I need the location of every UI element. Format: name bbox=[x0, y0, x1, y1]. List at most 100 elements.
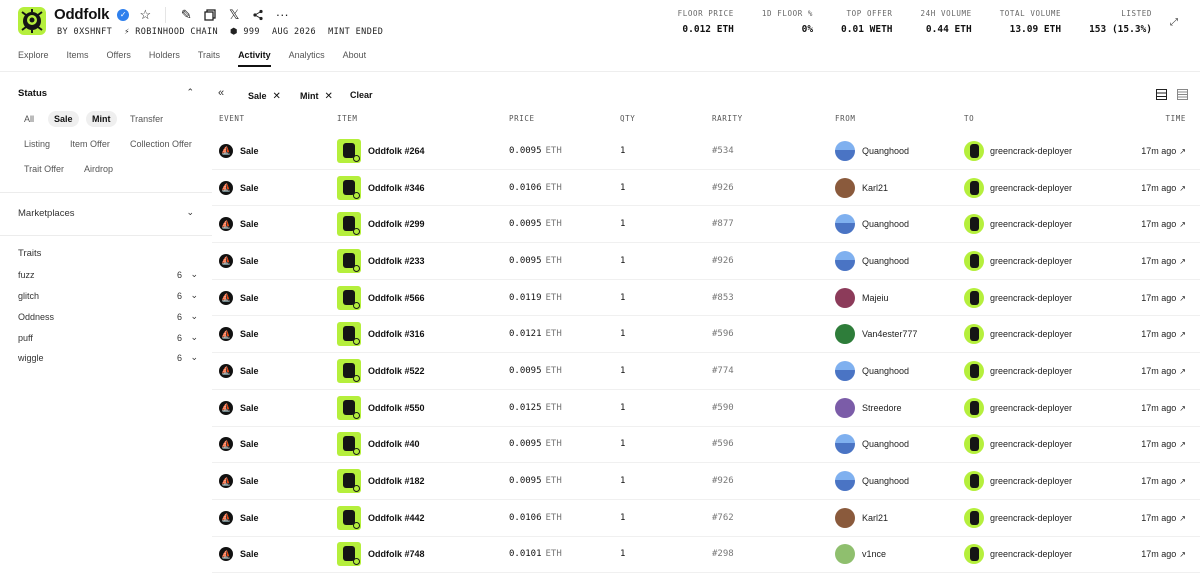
applied-filter-sale[interactable]: Sale ✕ bbox=[248, 87, 281, 105]
trait-row-puff[interactable]: puff 6 ⌄ bbox=[18, 332, 198, 343]
trait-row-fuzz[interactable]: fuzz 6 ⌄ bbox=[18, 269, 198, 280]
from-user[interactable]: Van4ester777 bbox=[862, 329, 917, 339]
edit-icon[interactable]: ✎ bbox=[178, 7, 194, 23]
from-user[interactable]: Quanghood bbox=[862, 439, 909, 449]
external-link-icon[interactable]: ↗ bbox=[1179, 294, 1186, 303]
status-chip-transfer[interactable]: Transfer bbox=[124, 111, 169, 127]
from-user[interactable]: Quanghood bbox=[862, 146, 909, 156]
to-user[interactable]: greencrack-deployer bbox=[990, 513, 1072, 523]
from-avatar[interactable] bbox=[835, 397, 855, 418]
expand-icon[interactable]: ⤢ bbox=[1166, 14, 1182, 30]
table-row[interactable]: ⛵ Sale Oddfolk #316 0.0121 ETH 1 #596 Van… bbox=[212, 316, 1200, 354]
header-price[interactable]: PRICE bbox=[509, 114, 535, 123]
item-thumbnail[interactable] bbox=[337, 175, 361, 200]
item-name[interactable]: Oddfolk #442 bbox=[368, 513, 425, 523]
external-link-icon[interactable]: ↗ bbox=[1179, 330, 1186, 339]
status-chip-collection-offer[interactable]: Collection Offer bbox=[124, 136, 198, 152]
status-chip-airdrop[interactable]: Airdrop bbox=[78, 161, 119, 177]
list-view-icon[interactable] bbox=[1177, 89, 1188, 103]
table-row[interactable]: ⛵ Sale Oddfolk #346 0.0106 ETH 1 #926 Kar… bbox=[212, 170, 1200, 207]
item-thumbnail[interactable] bbox=[337, 505, 361, 530]
clear-filters-button[interactable]: Clear bbox=[350, 90, 373, 100]
external-link-icon[interactable]: ↗ bbox=[1179, 514, 1186, 523]
table-row[interactable]: ⛵ Sale Oddfolk #442 0.0106 ETH 1 #762 Kar… bbox=[212, 500, 1200, 537]
from-avatar[interactable] bbox=[835, 250, 855, 271]
item-thumbnail[interactable] bbox=[337, 395, 361, 420]
item-name[interactable]: Oddfolk #748 bbox=[368, 549, 425, 559]
tab-analytics[interactable]: Analytics bbox=[289, 50, 325, 67]
from-user[interactable]: Karl21 bbox=[862, 513, 888, 523]
event-time[interactable]: 17m ago ↗ bbox=[1141, 513, 1186, 523]
collapse-sidebar-icon[interactable]: « bbox=[218, 87, 224, 99]
from-user[interactable]: Streedore bbox=[862, 403, 902, 413]
to-avatar[interactable] bbox=[964, 471, 984, 492]
item-thumbnail[interactable] bbox=[337, 285, 361, 310]
chevron-down-icon[interactable]: ⌄ bbox=[186, 207, 194, 218]
share-icon[interactable] bbox=[250, 7, 266, 23]
chevron-up-icon[interactable]: ⌃ bbox=[186, 87, 194, 98]
item-name[interactable]: Oddfolk #40 bbox=[368, 439, 420, 449]
table-view-icon[interactable] bbox=[1156, 89, 1167, 103]
marketplaces-section-title[interactable]: Marketplaces bbox=[18, 208, 75, 219]
close-icon[interactable]: ✕ bbox=[273, 91, 281, 102]
item-name[interactable]: Oddfolk #182 bbox=[368, 476, 425, 486]
tab-about[interactable]: About bbox=[343, 50, 367, 67]
item-thumbnail[interactable] bbox=[337, 358, 361, 383]
status-chip-mint[interactable]: Mint bbox=[86, 111, 117, 127]
to-user[interactable]: greencrack-deployer bbox=[990, 219, 1072, 229]
external-link-icon[interactable]: ↗ bbox=[1179, 367, 1186, 376]
event-time[interactable]: 17m ago ↗ bbox=[1141, 146, 1186, 156]
status-chip-item-offer[interactable]: Item Offer bbox=[64, 136, 116, 152]
item-name[interactable]: Oddfolk #299 bbox=[368, 219, 425, 229]
item-name[interactable]: Oddfolk #522 bbox=[368, 366, 425, 376]
event-time[interactable]: 17m ago ↗ bbox=[1141, 403, 1186, 413]
header-rarity[interactable]: RARITY bbox=[712, 114, 743, 123]
external-link-icon[interactable]: ↗ bbox=[1179, 147, 1186, 156]
to-avatar[interactable] bbox=[964, 360, 984, 381]
from-avatar[interactable] bbox=[835, 360, 855, 381]
from-avatar[interactable] bbox=[835, 140, 855, 161]
status-chip-all[interactable]: All bbox=[18, 111, 40, 127]
event-time[interactable]: 17m ago ↗ bbox=[1141, 219, 1186, 229]
star-icon[interactable]: ☆ bbox=[137, 7, 153, 23]
to-avatar[interactable] bbox=[964, 324, 984, 345]
from-user[interactable]: Quanghood bbox=[862, 256, 909, 266]
item-thumbnail[interactable] bbox=[337, 212, 361, 237]
item-name[interactable]: Oddfolk #264 bbox=[368, 146, 425, 156]
to-avatar[interactable] bbox=[964, 287, 984, 308]
event-time[interactable]: 17m ago ↗ bbox=[1141, 329, 1186, 339]
from-user[interactable]: Quanghood bbox=[862, 476, 909, 486]
item-thumbnail[interactable] bbox=[337, 469, 361, 494]
event-time[interactable]: 17m ago ↗ bbox=[1141, 439, 1186, 449]
table-row[interactable]: ⛵ Sale Oddfolk #40 0.0095 ETH 1 #596 Quan… bbox=[212, 427, 1200, 464]
trait-row-glitch[interactable]: glitch 6 ⌄ bbox=[18, 290, 198, 301]
tab-holders[interactable]: Holders bbox=[149, 50, 180, 67]
tab-traits[interactable]: Traits bbox=[198, 50, 220, 67]
creator-link[interactable]: BY 0XSHNFT bbox=[57, 27, 112, 37]
to-user[interactable]: greencrack-deployer bbox=[990, 476, 1072, 486]
from-avatar[interactable] bbox=[835, 287, 855, 308]
x-logo-icon[interactable]: 𝕏 bbox=[226, 7, 242, 23]
status-chip-sale[interactable]: Sale bbox=[48, 111, 79, 127]
event-time[interactable]: 17m ago ↗ bbox=[1141, 549, 1186, 559]
to-avatar[interactable] bbox=[964, 214, 984, 235]
table-row[interactable]: ⛵ Sale Oddfolk #748 0.0101 ETH 1 #298 v1n… bbox=[212, 537, 1200, 573]
tab-offers[interactable]: Offers bbox=[107, 50, 131, 67]
item-thumbnail[interactable] bbox=[337, 432, 361, 457]
item-name[interactable]: Oddfolk #233 bbox=[368, 256, 425, 266]
table-row[interactable]: ⛵ Sale Oddfolk #233 0.0095 ETH 1 #926 Qua… bbox=[212, 243, 1200, 280]
header-time[interactable]: TIME bbox=[1166, 114, 1186, 123]
item-thumbnail[interactable] bbox=[337, 138, 361, 163]
item-name[interactable]: Oddfolk #316 bbox=[368, 329, 425, 339]
from-avatar[interactable] bbox=[835, 507, 855, 528]
status-chip-listing[interactable]: Listing bbox=[18, 136, 56, 152]
item-name[interactable]: Oddfolk #550 bbox=[368, 403, 425, 413]
item-thumbnail[interactable] bbox=[337, 322, 361, 347]
event-time[interactable]: 17m ago ↗ bbox=[1141, 256, 1186, 266]
table-row[interactable]: ⛵ Sale Oddfolk #299 0.0095 ETH 1 #877 Qua… bbox=[212, 206, 1200, 244]
from-avatar[interactable] bbox=[835, 324, 855, 345]
external-link-icon[interactable]: ↗ bbox=[1179, 257, 1186, 266]
from-avatar[interactable] bbox=[835, 177, 855, 198]
from-avatar[interactable] bbox=[835, 544, 855, 565]
item-thumbnail[interactable] bbox=[337, 248, 361, 273]
